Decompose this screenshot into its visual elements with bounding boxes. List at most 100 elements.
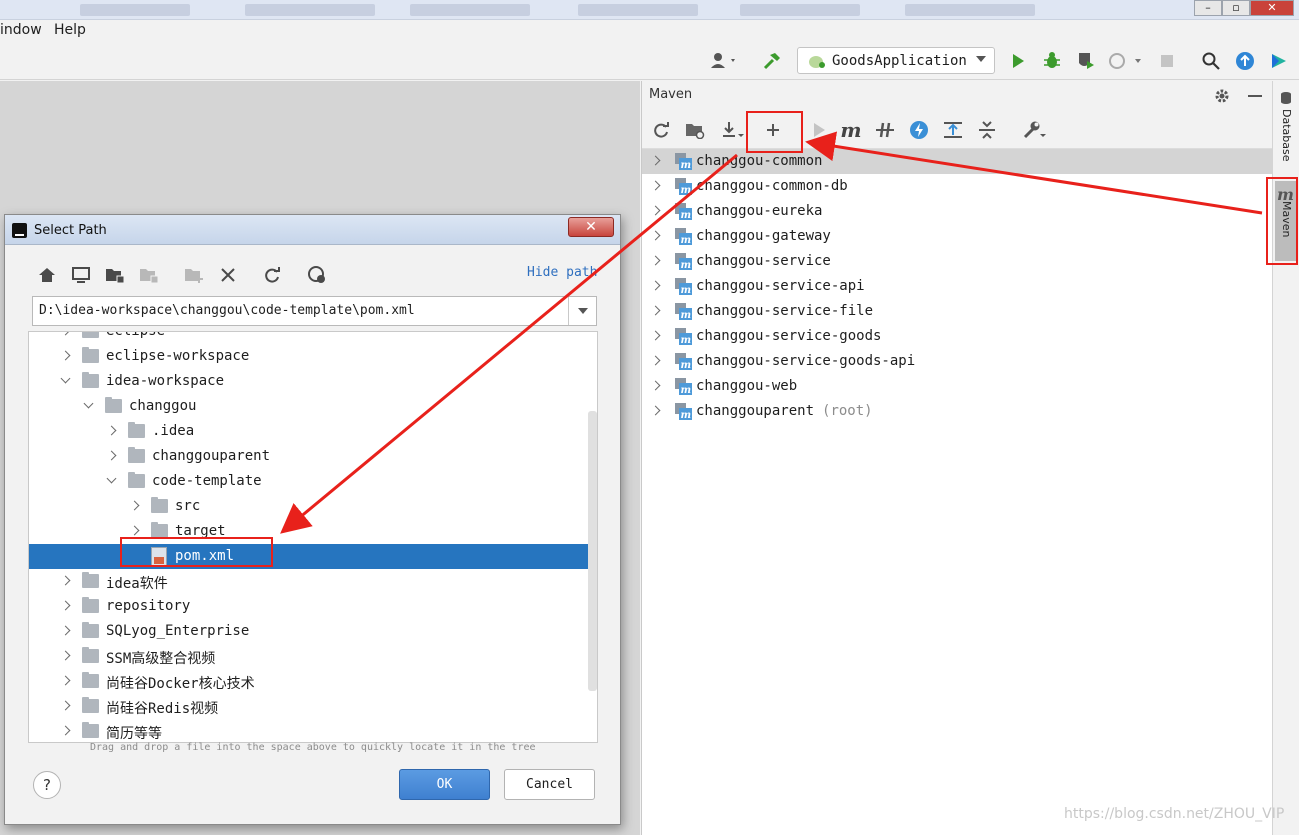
window-close-button[interactable]: ✕ bbox=[1250, 0, 1294, 16]
chevron-down-icon[interactable] bbox=[106, 473, 117, 484]
chevron-right-icon[interactable] bbox=[60, 332, 71, 336]
chevron-down-icon[interactable] bbox=[60, 373, 71, 384]
tree-row[interactable]: changgou bbox=[29, 394, 597, 419]
tree-row[interactable]: code-template bbox=[29, 469, 597, 494]
dialog-close-button[interactable]: ✕ bbox=[568, 217, 614, 237]
hide-panel-icon[interactable] bbox=[1244, 85, 1266, 107]
tree-row[interactable]: m changgou-service-goods bbox=[642, 324, 1272, 349]
chevron-right-icon[interactable] bbox=[60, 650, 71, 661]
chevron-right-icon[interactable] bbox=[650, 155, 661, 166]
database-side-tab[interactable]: Database bbox=[1275, 87, 1298, 167]
chevron-right-icon[interactable] bbox=[650, 380, 661, 391]
generate-sources-icon[interactable] bbox=[684, 119, 706, 141]
tree-row[interactable]: eclipse-workspace bbox=[29, 344, 597, 369]
tree-row[interactable]: changgouparent bbox=[29, 444, 597, 469]
tree-row[interactable]: 尚硅谷Redis视频 bbox=[29, 694, 597, 719]
tree-row[interactable]: m changgou-service-file bbox=[642, 299, 1272, 324]
toggle-offline-icon[interactable] bbox=[874, 119, 896, 141]
chevron-down-icon[interactable] bbox=[83, 398, 94, 409]
tree-row[interactable]: m changgou-common-db bbox=[642, 174, 1272, 199]
menu-help[interactable]: Help bbox=[54, 22, 86, 38]
maximize-button[interactable]: ▫ bbox=[1222, 0, 1250, 16]
update-icon[interactable] bbox=[1234, 50, 1256, 72]
tree-row[interactable]: target bbox=[29, 519, 597, 544]
desktop-icon[interactable] bbox=[70, 264, 92, 286]
tree-row[interactable]: idea-workspace bbox=[29, 369, 597, 394]
chevron-right-icon[interactable] bbox=[60, 575, 71, 586]
chevron-right-icon[interactable] bbox=[60, 600, 71, 611]
browser-tab[interactable] bbox=[80, 4, 190, 16]
browser-tab[interactable] bbox=[578, 4, 698, 16]
debug-icon[interactable] bbox=[1041, 50, 1063, 72]
tree-row[interactable]: m changgou-web bbox=[642, 374, 1272, 399]
download-icon[interactable] bbox=[718, 119, 748, 141]
tree-row[interactable]: m changgou-eureka bbox=[642, 199, 1272, 224]
path-input[interactable]: D:\idea-workspace\changgou\code-template… bbox=[32, 296, 597, 326]
reimport-icon[interactable] bbox=[650, 119, 672, 141]
tree-row[interactable]: eclipse bbox=[29, 332, 597, 344]
tree-row[interactable]: m changgou-service-goods-api bbox=[642, 349, 1272, 374]
chevron-right-icon[interactable] bbox=[650, 405, 661, 416]
show-dependencies-icon[interactable] bbox=[942, 119, 964, 141]
chevron-right-icon[interactable] bbox=[129, 525, 140, 536]
tree-row[interactable]: m changgou-common bbox=[642, 149, 1272, 174]
run-maven-build-icon[interactable] bbox=[808, 119, 830, 141]
tree-row[interactable]: m changgou-gateway bbox=[642, 224, 1272, 249]
tree-row[interactable]: .idea bbox=[29, 419, 597, 444]
chevron-right-icon[interactable] bbox=[60, 675, 71, 686]
tree-scrollbar[interactable] bbox=[588, 411, 597, 691]
ok-button[interactable]: OK bbox=[399, 769, 490, 800]
module-folder-icon[interactable] bbox=[138, 264, 160, 286]
show-hidden-icon[interactable] bbox=[306, 264, 328, 286]
run-icon[interactable] bbox=[1007, 50, 1029, 72]
run-configuration-select[interactable]: GoodsApplication bbox=[797, 47, 995, 74]
help-button[interactable]: ? bbox=[33, 771, 61, 799]
cancel-button[interactable]: Cancel bbox=[504, 769, 595, 800]
chevron-right-icon[interactable] bbox=[650, 355, 661, 366]
execute-goal-icon[interactable]: m bbox=[840, 118, 862, 142]
profile-icon[interactable] bbox=[1106, 50, 1146, 72]
chevron-right-icon[interactable] bbox=[650, 255, 661, 266]
menu-window[interactable]: indow bbox=[0, 22, 42, 38]
chevron-right-icon[interactable] bbox=[60, 725, 71, 736]
tree-row[interactable]: m changgou-service-api bbox=[642, 274, 1272, 299]
project-folder-icon[interactable] bbox=[104, 264, 126, 286]
chevron-right-icon[interactable] bbox=[650, 180, 661, 191]
tree-row[interactable]: 简历等等 bbox=[29, 719, 597, 742]
minimize-button[interactable]: – bbox=[1194, 0, 1222, 16]
chevron-right-icon[interactable] bbox=[106, 450, 117, 461]
plugin-icon[interactable] bbox=[1268, 50, 1290, 72]
user-icon[interactable] bbox=[706, 50, 742, 72]
settings-gear-icon[interactable] bbox=[1211, 85, 1233, 107]
tree-row[interactable]: SQLyog_Enterprise bbox=[29, 619, 597, 644]
chevron-right-icon[interactable] bbox=[106, 425, 117, 436]
skip-tests-icon[interactable] bbox=[908, 119, 930, 141]
browser-tab[interactable] bbox=[740, 4, 860, 16]
chevron-right-icon[interactable] bbox=[650, 205, 661, 216]
hide-path-link[interactable]: Hide path bbox=[527, 265, 597, 280]
browser-tab[interactable] bbox=[410, 4, 530, 16]
coverage-icon[interactable] bbox=[1075, 50, 1097, 72]
chevron-right-icon[interactable] bbox=[60, 625, 71, 636]
refresh-icon[interactable] bbox=[261, 264, 283, 286]
build-hammer-icon[interactable] bbox=[761, 50, 783, 72]
collapse-all-icon[interactable] bbox=[976, 119, 998, 141]
chevron-right-icon[interactable] bbox=[650, 305, 661, 316]
chevron-right-icon[interactable] bbox=[650, 230, 661, 241]
stop-icon[interactable] bbox=[1156, 50, 1178, 72]
tree-row[interactable]: src bbox=[29, 494, 597, 519]
search-icon[interactable] bbox=[1200, 50, 1222, 72]
browser-tab[interactable] bbox=[245, 4, 375, 16]
path-history-dropdown[interactable] bbox=[568, 297, 596, 325]
delete-icon[interactable] bbox=[217, 264, 239, 286]
tree-row[interactable]: SSM高级整合视频 bbox=[29, 644, 597, 669]
settings-wrench-icon[interactable] bbox=[1020, 119, 1050, 141]
chevron-right-icon[interactable] bbox=[60, 350, 71, 361]
chevron-right-icon[interactable] bbox=[129, 500, 140, 511]
browser-tab[interactable] bbox=[905, 4, 1035, 16]
tree-row[interactable]: pom.xml bbox=[29, 544, 597, 569]
tree-row[interactable]: m changgou-service bbox=[642, 249, 1272, 274]
new-folder-icon[interactable] bbox=[183, 264, 205, 286]
chevron-right-icon[interactable] bbox=[60, 700, 71, 711]
tree-row[interactable]: idea软件 bbox=[29, 569, 597, 594]
